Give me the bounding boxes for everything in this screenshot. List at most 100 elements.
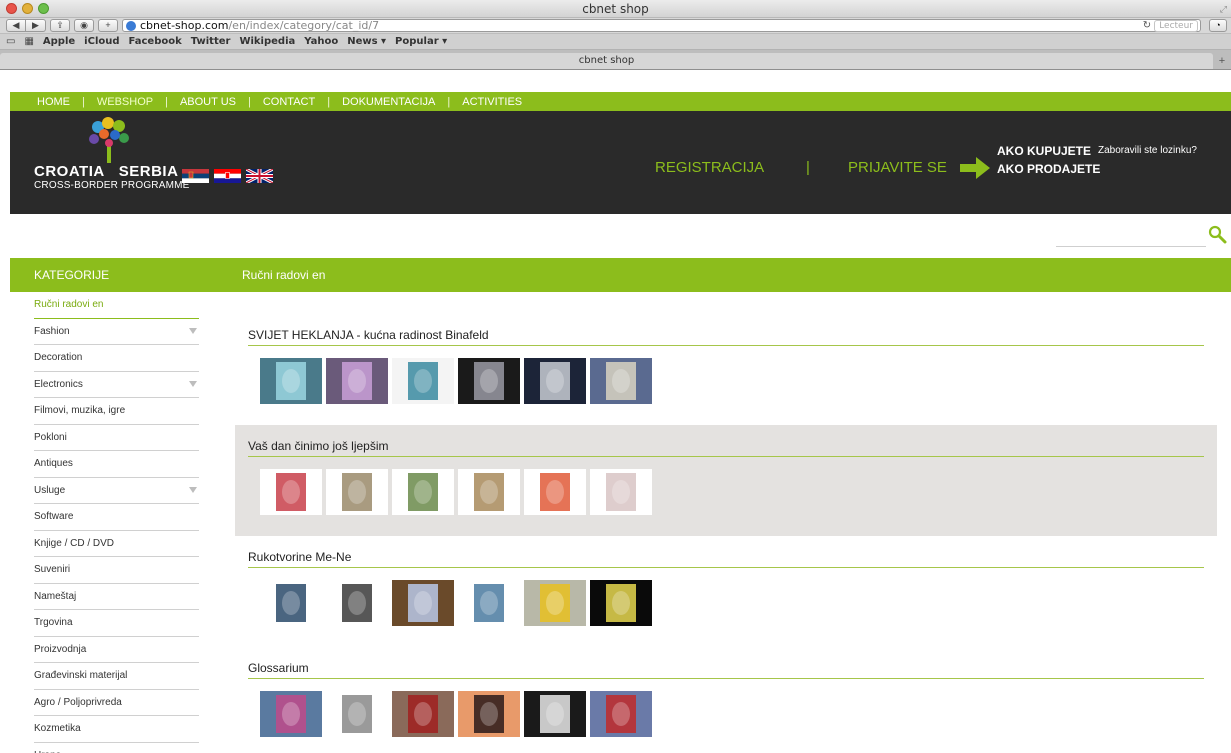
flag-uk-icon[interactable]	[246, 169, 273, 183]
sidebar-item-label: Filmovi, muzika, igre	[34, 405, 126, 416]
sidebar-item[interactable]: Antiques	[34, 451, 199, 478]
address-bar[interactable]: cbnet-shop.com /en/index/category/cat_id…	[122, 19, 1201, 32]
bookmark-twitter[interactable]: Twitter	[191, 36, 231, 47]
fullscreen-icon[interactable]: ⤢	[1220, 4, 1227, 15]
product-thumbnail[interactable]	[524, 358, 586, 404]
login-link[interactable]: PRIJAVITE SE	[848, 159, 947, 176]
sidebar-item-label: Fashion	[34, 325, 70, 337]
product-thumbnail[interactable]	[524, 469, 586, 515]
reader-button[interactable]: Lecteur	[1154, 19, 1198, 32]
product-thumbnail[interactable]	[458, 580, 520, 626]
product-thumbnail[interactable]	[392, 358, 454, 404]
product-thumbnail[interactable]	[392, 691, 454, 737]
sidebar-item-label: Suveniri	[34, 564, 71, 575]
nav-webshop[interactable]: WEBSHOP	[97, 96, 153, 108]
flag-croatia-icon[interactable]	[214, 169, 241, 183]
reload-icon[interactable]: ↻	[1143, 20, 1151, 31]
bookmark-facebook[interactable]: Facebook	[129, 36, 182, 47]
search-input[interactable]	[1056, 230, 1206, 247]
sellers-login-link[interactable]: AKO PRODAJETE	[997, 162, 1100, 176]
sidebar-item-label: Decoration	[34, 352, 83, 363]
nav-about-us[interactable]: ABOUT US	[180, 96, 236, 108]
sidebar-item[interactable]: Hrana	[34, 743, 199, 753]
tab-cbnet-shop[interactable]: cbnet shop	[0, 53, 1213, 69]
sidebar-item[interactable]: Knjige / CD / DVD	[34, 531, 199, 557]
shop-section: Rukotvorine Me-Ne	[235, 536, 1217, 647]
product-thumbnail[interactable]	[524, 580, 586, 626]
product-thumbnail[interactable]	[260, 691, 322, 737]
back-button[interactable]: ◀	[6, 19, 26, 32]
shop-title[interactable]: Rukotvorine Me-Ne	[248, 550, 351, 564]
sidebar-item[interactable]: Ručni radovi en	[34, 292, 199, 319]
nav-home[interactable]: HOME	[37, 96, 70, 108]
product-thumbnail[interactable]	[590, 469, 652, 515]
expand-caret-icon[interactable]	[189, 380, 197, 387]
product-thumbnail[interactable]	[458, 691, 520, 737]
nav-activities[interactable]: ACTIVITIES	[462, 96, 522, 108]
bookmark-popular[interactable]: Popular ▾	[395, 36, 447, 47]
bookmark-yahoo[interactable]: Yahoo	[304, 36, 338, 47]
expand-caret-icon[interactable]	[189, 486, 197, 493]
product-thumbnail[interactable]	[326, 358, 388, 404]
new-tab-button[interactable]: +	[1215, 54, 1229, 68]
register-link[interactable]: REGISTRACIJA	[655, 159, 764, 176]
reading-list-icon[interactable]: ▭	[6, 36, 15, 47]
downloads-button[interactable]: ◔	[1209, 19, 1227, 32]
product-thumbnail[interactable]	[326, 580, 388, 626]
product-thumbnail[interactable]	[524, 691, 586, 737]
sidebar-item[interactable]: Suveniri	[34, 557, 199, 584]
nav-contact[interactable]: CONTACT	[263, 96, 315, 108]
sidebar-item[interactable]: Trgovina	[34, 610, 199, 637]
sidebar-item-label: Agro / Poljoprivreda	[34, 696, 122, 708]
product-thumbnail[interactable]	[326, 469, 388, 515]
shop-title[interactable]: SVIJET HEKLANJA - kućna radinost Binafel…	[248, 328, 489, 342]
bookmark-news[interactable]: News ▾	[347, 36, 386, 47]
history-buttons: ◀ ▶	[6, 19, 46, 32]
top-sites-icon[interactable]: ▦	[24, 36, 33, 47]
product-thumbnail[interactable]	[392, 469, 454, 515]
sidebar-item[interactable]: Decoration	[34, 345, 199, 372]
sidebar-item[interactable]: Filmovi, muzika, igre	[34, 398, 199, 425]
product-thumbnails	[260, 691, 652, 737]
sidebar-item[interactable]: Electronics	[34, 372, 199, 398]
sidebar-item-label: Electronics	[34, 378, 83, 390]
bookmark-apple[interactable]: Apple	[43, 36, 75, 47]
buyers-login-link[interactable]: AKO KUPUJETE	[997, 144, 1091, 158]
logo-serbia: SERBIA	[118, 163, 179, 180]
sidebar-item[interactable]: Nameštaj	[34, 584, 199, 610]
sidebar-item-label: Software	[34, 511, 74, 522]
shop-title[interactable]: Glossarium	[248, 661, 309, 675]
product-thumbnail[interactable]	[392, 580, 454, 626]
forward-button[interactable]: ▶	[26, 19, 46, 32]
product-thumbnail[interactable]	[590, 358, 652, 404]
bookmark-icloud[interactable]: iCloud	[84, 36, 119, 47]
bookmark-wikipedia[interactable]: Wikipedia	[239, 36, 295, 47]
flag-serbia-icon[interactable]	[182, 169, 209, 183]
product-thumbnails	[260, 358, 652, 404]
expand-caret-icon[interactable]	[189, 327, 197, 334]
sidebar-item[interactable]: Pokloni	[34, 425, 199, 451]
nav-dokumentacija[interactable]: DOKUMENTACIJA	[342, 96, 435, 108]
product-thumbnail[interactable]	[458, 469, 520, 515]
product-thumbnail[interactable]	[260, 580, 322, 626]
sidebar-item[interactable]: Kozmetika	[34, 716, 199, 743]
share-button[interactable]: ⇪	[50, 19, 70, 32]
sidebar-item[interactable]: Proizvodnja	[34, 637, 199, 663]
sidebar-item[interactable]: Građevinski materijal	[34, 663, 199, 690]
product-thumbnail[interactable]	[590, 691, 652, 737]
sidebar-item[interactable]: Agro / Poljoprivreda	[34, 690, 199, 716]
forgot-password-link[interactable]: Zaboravili ste lozinku?	[1098, 145, 1197, 156]
sidebar-item[interactable]: Fashion	[34, 319, 199, 345]
add-bookmark-button[interactable]: +	[98, 19, 118, 32]
product-thumbnail[interactable]	[326, 691, 388, 737]
sidebar-item[interactable]: Usluge	[34, 478, 199, 504]
sidebar-item-label: Proizvodnja	[34, 643, 87, 655]
shop-title[interactable]: Vaš dan činimo još ljepšim	[248, 439, 389, 453]
product-thumbnail[interactable]	[458, 358, 520, 404]
product-thumbnail[interactable]	[590, 580, 652, 626]
topsites-button[interactable]: ◉	[74, 19, 94, 32]
sidebar-item[interactable]: Software	[34, 504, 199, 531]
product-thumbnail[interactable]	[260, 469, 322, 515]
search-icon[interactable]	[1207, 224, 1227, 244]
product-thumbnail[interactable]	[260, 358, 322, 404]
